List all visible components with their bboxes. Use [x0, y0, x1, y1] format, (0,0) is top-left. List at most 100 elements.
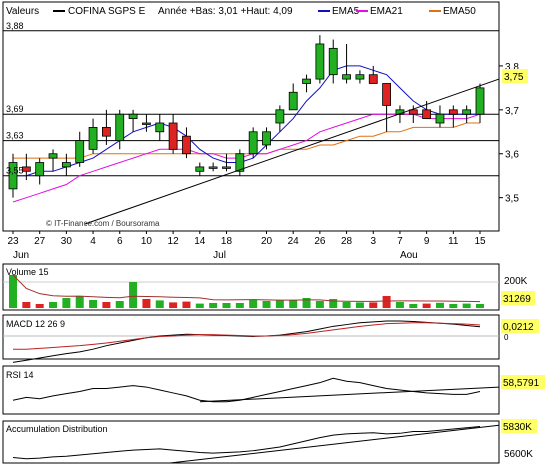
volume-title: Volume 15 — [6, 267, 49, 277]
month-label: Jun — [13, 250, 29, 261]
candle-body — [75, 140, 85, 163]
volume-bar — [169, 302, 178, 308]
volume-bar — [476, 304, 484, 308]
volume-bar — [395, 302, 404, 308]
macd-last-value: 0,0212 — [503, 322, 534, 333]
candle-body — [262, 131, 271, 146]
candle-body — [368, 74, 378, 84]
price-axis: 3,83,73,63,5 — [499, 62, 519, 205]
volume-bar — [9, 275, 17, 308]
accdist-low-tick: 5600K — [504, 449, 533, 460]
volume-bar — [182, 301, 191, 308]
x-tick-label: 15 — [474, 236, 486, 247]
volume-bar — [235, 303, 244, 308]
candle-body — [115, 113, 125, 141]
x-tick-label: 14 — [194, 236, 206, 247]
volume-bar — [315, 301, 324, 308]
rsi-panel — [2, 365, 500, 415]
volume-bar — [409, 304, 418, 308]
ema50-swatch — [429, 10, 441, 12]
accdist-title: Accumulation Distribution — [6, 424, 108, 434]
candle-body — [435, 113, 445, 124]
chart-window: Valeurs COFINA SGPS E Année +Bas: 3,01 +… — [0, 0, 556, 468]
level-label: 3,55 — [6, 166, 24, 176]
volume-bar — [129, 282, 138, 308]
ema50-label: EMA50 — [443, 6, 476, 17]
volume-bar — [289, 300, 298, 308]
x-tick-label: 23 — [7, 236, 19, 247]
watermark: © IT-Finance.com / Boursorama — [46, 219, 160, 228]
macd-zero-tick: 0 — [504, 333, 509, 342]
volume-bar — [209, 303, 218, 308]
ema5-swatch — [318, 10, 330, 12]
price-tick-label: 3,7 — [505, 106, 519, 117]
price-tick-label: 3,6 — [505, 150, 519, 161]
volume-bar — [35, 304, 44, 308]
candle-body — [328, 47, 338, 76]
x-tick-label: 30 — [61, 236, 73, 247]
candle-body — [61, 162, 71, 168]
x-tick-label: 3 — [370, 236, 376, 247]
candle-body — [315, 43, 325, 80]
candle-body — [462, 109, 472, 115]
candle-body — [195, 166, 205, 172]
volume-bar — [275, 300, 284, 308]
candle-body — [288, 91, 298, 111]
candle-body — [35, 162, 45, 177]
x-tick-label: 27 — [34, 236, 46, 247]
volume-bar — [115, 301, 124, 308]
valeurs-label: Valeurs — [6, 6, 39, 17]
level-label: 3,63 — [6, 131, 24, 141]
x-tick-label: 11 — [448, 236, 459, 247]
candle-body — [208, 166, 218, 169]
volume-bar — [195, 303, 204, 308]
volume-max-tick: 200K — [504, 276, 528, 287]
candle-body — [88, 126, 98, 150]
ema21-label: EMA21 — [370, 6, 403, 17]
candle-body — [128, 113, 138, 120]
volume-bar — [435, 302, 444, 308]
candle-body — [21, 166, 31, 172]
price-tick-label: 3,5 — [505, 194, 519, 205]
candle-body — [355, 74, 365, 80]
price-legend-swatch — [53, 10, 65, 12]
month-label: Aou — [400, 250, 418, 261]
candle-body — [155, 122, 165, 133]
candle-body — [48, 153, 58, 159]
x-tick-label: 28 — [341, 236, 353, 247]
volume-bar — [75, 296, 84, 308]
candle-body — [248, 131, 258, 155]
volume-bar — [449, 304, 458, 308]
volume-bar — [422, 303, 431, 308]
level-label: 3,88 — [6, 21, 24, 31]
volume-bar — [355, 302, 364, 308]
x-tick-label: 10 — [141, 236, 153, 247]
x-tick-label: 24 — [288, 236, 300, 247]
volume-bar — [382, 296, 391, 308]
macd-title: MACD 12 26 9 — [6, 319, 65, 329]
last-price-value: 3,75 — [504, 72, 524, 83]
x-tick-label: 26 — [314, 236, 326, 247]
level-label: 3,69 — [6, 104, 24, 114]
ema21-swatch — [356, 10, 368, 12]
x-tick-label: 18 — [221, 236, 233, 247]
x-axis: 23 27 30 4 6 10 12 14 18 20 24 26 28 3 7 9 11 15 Jun Jul Aou — [7, 231, 486, 261]
volume-bar — [369, 302, 378, 308]
x-tick-label: 9 — [424, 236, 430, 247]
x-tick-label: 6 — [117, 236, 123, 247]
rsi-last-value: 58,5791 — [503, 378, 540, 389]
volume-bar — [62, 298, 71, 308]
volume-bar — [222, 303, 231, 308]
candle-body — [275, 109, 285, 124]
stock-chart: Valeurs COFINA SGPS E Année +Bas: 3,01 +… — [2, 1, 545, 464]
x-tick-label: 4 — [90, 236, 96, 247]
candle-body — [222, 166, 231, 169]
x-tick-label: 20 — [261, 236, 273, 247]
volume-bar — [49, 302, 58, 308]
candle-body — [302, 78, 311, 84]
month-label: Jul — [213, 250, 226, 261]
candle-body — [475, 87, 485, 115]
volume-bar — [249, 299, 258, 308]
rsi-title: RSI 14 — [6, 370, 34, 380]
candle-body — [168, 122, 178, 150]
